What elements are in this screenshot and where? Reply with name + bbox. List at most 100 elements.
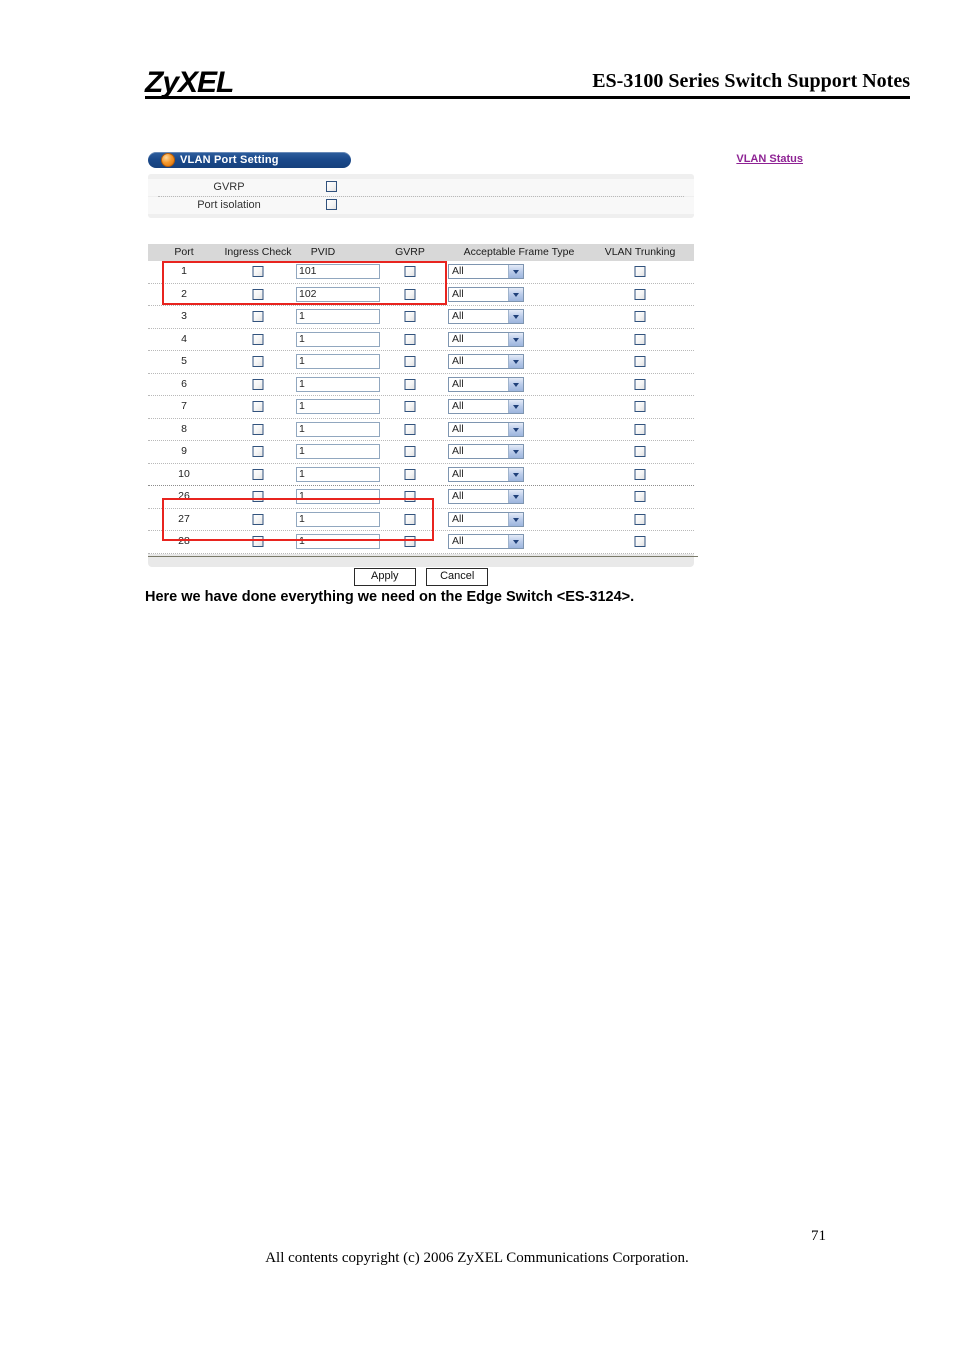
cell-port-number: 5 [181, 355, 187, 367]
frame-type-select[interactable]: All [448, 399, 524, 414]
vlan-trunking-checkbox[interactable] [634, 423, 646, 435]
table-row: 27 1 All [148, 509, 694, 531]
vlan-trunking-checkbox[interactable] [634, 311, 646, 322]
cell-vlan-trunking [592, 374, 688, 396]
gvrp-row-checkbox[interactable] [404, 378, 416, 390]
vlan-trunking-checkbox[interactable] [634, 333, 646, 345]
pvid-input[interactable]: 1 [296, 421, 380, 437]
pvid-input[interactable]: 1 [296, 511, 380, 527]
ingress-check-checkbox[interactable] [252, 401, 264, 412]
ingress-check-checkbox[interactable] [252, 423, 264, 435]
pvid-input[interactable]: 102 [296, 286, 380, 302]
pvid-input[interactable]: 1 [296, 534, 380, 549]
pvid-input[interactable]: 1 [296, 331, 380, 347]
frame-type-select[interactable]: All [448, 286, 524, 302]
chevron-down-icon[interactable] [508, 377, 523, 391]
ingress-check-checkbox[interactable] [252, 288, 264, 300]
frame-type-select[interactable]: All [448, 511, 524, 527]
pvid-input[interactable]: 1 [296, 444, 380, 459]
vlan-status-link[interactable]: VLAN Status [736, 153, 803, 165]
ingress-check-checkbox[interactable] [252, 266, 264, 277]
gvrp-row-checkbox[interactable] [404, 401, 416, 412]
ingress-check-checkbox[interactable] [252, 513, 264, 525]
cell-gvrp [386, 329, 434, 351]
column-header-pvid: PVID [310, 246, 336, 258]
copyright-notice: All contents copyright (c) 2006 ZyXEL Co… [265, 1250, 689, 1266]
frame-type-select[interactable]: All [448, 264, 524, 279]
gvrp-row-checkbox[interactable] [404, 288, 416, 300]
cell-gvrp [386, 509, 434, 531]
vlan-trunking-checkbox[interactable] [634, 536, 646, 547]
chevron-down-icon[interactable] [508, 287, 523, 301]
gvrp-row-checkbox[interactable] [404, 356, 416, 367]
vlan-trunking-checkbox[interactable] [634, 266, 646, 277]
vlan-trunking-checkbox[interactable] [634, 378, 646, 390]
gvrp-row-checkbox[interactable] [404, 491, 416, 502]
cell-vlan-trunking [592, 351, 688, 373]
chevron-down-icon[interactable] [508, 422, 523, 436]
frame-type-select[interactable]: All [448, 466, 524, 482]
frame-type-select[interactable]: All [448, 421, 524, 437]
ingress-check-checkbox[interactable] [252, 356, 264, 367]
frame-type-select[interactable]: All [448, 376, 524, 392]
vlan-trunking-checkbox[interactable] [634, 513, 646, 525]
chevron-down-icon[interactable] [508, 310, 523, 323]
chevron-down-icon[interactable] [508, 512, 523, 526]
chevron-down-icon[interactable] [508, 535, 523, 548]
gvrp-row-checkbox[interactable] [404, 536, 416, 547]
chevron-down-icon[interactable] [508, 265, 523, 278]
cell-ingress-check [210, 284, 306, 306]
column-header-ingress: Ingress Check [224, 246, 292, 258]
table-row: 1 101 All [148, 261, 694, 284]
ingress-check-checkbox[interactable] [252, 491, 264, 502]
vlan-trunking-checkbox[interactable] [634, 401, 646, 412]
ingress-check-checkbox[interactable] [252, 333, 264, 345]
pvid-input[interactable]: 1 [296, 489, 380, 504]
ingress-check-checkbox[interactable] [252, 378, 264, 390]
pvid-input[interactable]: 1 [296, 309, 380, 324]
frame-type-value: All [452, 467, 464, 480]
pvid-input[interactable]: 1 [296, 399, 380, 414]
ingress-check-checkbox[interactable] [252, 446, 264, 457]
gvrp-row-checkbox[interactable] [404, 468, 416, 480]
pvid-input[interactable]: 1 [296, 466, 380, 482]
gvrp-row-checkbox[interactable] [404, 423, 416, 435]
frame-type-value: All [452, 445, 464, 457]
chevron-down-icon[interactable] [508, 400, 523, 413]
ingress-check-checkbox[interactable] [252, 536, 264, 547]
cancel-button[interactable]: Cancel [426, 568, 489, 586]
gvrp-row-checkbox[interactable] [404, 311, 416, 322]
frame-type-select[interactable]: All [448, 309, 524, 324]
pvid-input[interactable]: 101 [296, 264, 380, 279]
ingress-check-checkbox[interactable] [252, 311, 264, 322]
gvrp-row-checkbox[interactable] [404, 266, 416, 277]
chevron-down-icon[interactable] [508, 332, 523, 346]
cell-port-number: 6 [181, 377, 187, 390]
pvid-input[interactable]: 1 [296, 354, 380, 369]
frame-type-select[interactable]: All [448, 489, 524, 504]
port-isolation-checkbox[interactable] [326, 199, 337, 210]
page-header: ZyXEL ES-3100 Series Switch Support Note… [145, 58, 910, 104]
apply-button[interactable]: Apply [353, 568, 416, 586]
chevron-down-icon[interactable] [508, 490, 523, 503]
chevron-down-icon[interactable] [508, 467, 523, 481]
vlan-trunking-checkbox[interactable] [634, 491, 646, 502]
gvrp-checkbox[interactable] [326, 181, 337, 192]
option-row-port-isolation: Port isolation [148, 197, 694, 214]
vlan-trunking-checkbox[interactable] [634, 446, 646, 457]
frame-type-select[interactable]: All [448, 444, 524, 459]
gvrp-row-checkbox[interactable] [404, 446, 416, 457]
ingress-check-checkbox[interactable] [252, 468, 264, 480]
frame-type-select[interactable]: All [448, 534, 524, 549]
column-header-port: Port [174, 246, 194, 258]
frame-type-select[interactable]: All [448, 331, 524, 347]
vlan-trunking-checkbox[interactable] [634, 356, 646, 367]
gvrp-row-checkbox[interactable] [404, 513, 416, 525]
frame-type-select[interactable]: All [448, 354, 524, 369]
vlan-trunking-checkbox[interactable] [634, 288, 646, 300]
vlan-trunking-checkbox[interactable] [634, 468, 646, 480]
chevron-down-icon[interactable] [508, 445, 523, 458]
gvrp-row-checkbox[interactable] [404, 333, 416, 345]
chevron-down-icon[interactable] [508, 355, 523, 368]
pvid-input[interactable]: 1 [296, 376, 380, 392]
